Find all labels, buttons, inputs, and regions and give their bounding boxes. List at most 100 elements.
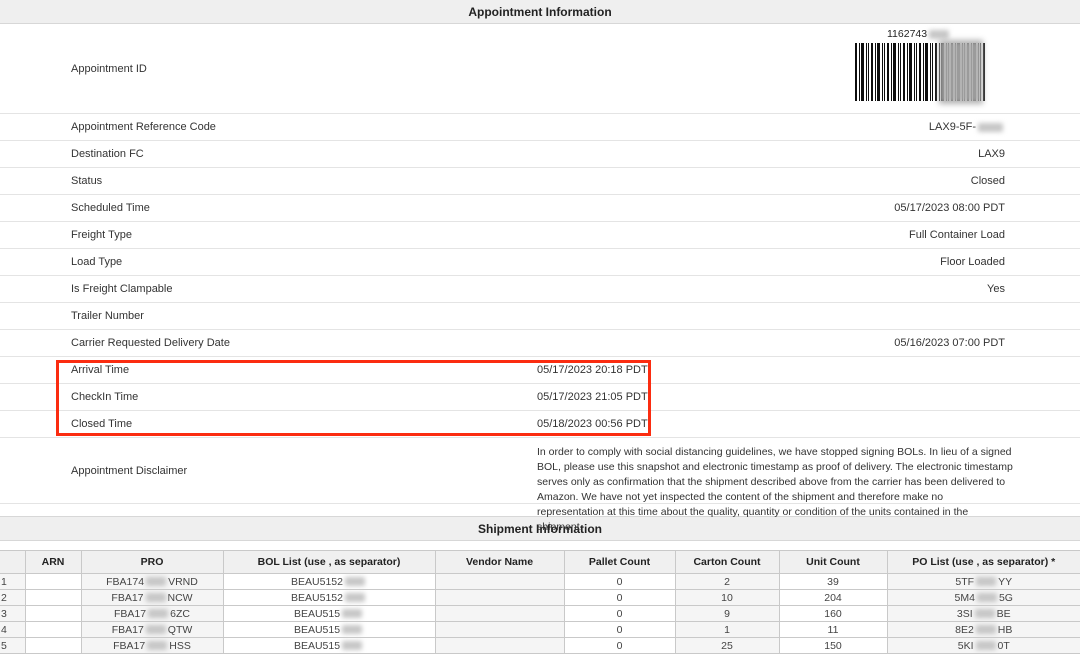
cell-arn xyxy=(25,590,81,606)
cell-pallet: 0 xyxy=(564,574,675,590)
column-header-po-list: PO List (use , as separator) * xyxy=(887,551,1080,574)
cell-po: 3SIBE xyxy=(887,606,1080,622)
field-value: 05/17/2023 20:18 PDT xyxy=(537,364,648,376)
field-label: Arrival Time xyxy=(71,364,129,376)
cell-rownum: 3 xyxy=(0,606,25,622)
cell-vendor xyxy=(435,638,564,654)
field-value: 05/18/2023 00:56 PDT xyxy=(537,418,648,430)
column-header-unit-count: Unit Count xyxy=(779,551,887,574)
appointment-information-title: Appointment Information xyxy=(468,5,611,19)
column-header-arn: ARN xyxy=(25,551,81,574)
column-header-pallet-count: Pallet Count xyxy=(564,551,675,574)
field-value: LAX9 xyxy=(978,148,1005,160)
table-row: 3 FBA176ZC BEAU515 0 9 160 3SIBE xyxy=(0,606,1080,622)
field-row: Carrier Requested Delivery Date 05/16/20… xyxy=(0,330,1080,357)
redacted-text xyxy=(976,577,996,586)
cell-po: 5M45G xyxy=(887,590,1080,606)
table-gap xyxy=(0,541,1080,550)
cell-pro: FBA176ZC xyxy=(81,606,223,622)
cell-vendor xyxy=(435,622,564,638)
table-header-row: ARN PRO BOL List (use , as separator) Ve… xyxy=(0,551,1080,574)
appointment-information-header: Appointment Information xyxy=(0,0,1080,24)
timestamp-highlight-section: Arrival Time 05/17/2023 20:18 PDT CheckI… xyxy=(0,357,1080,438)
redacted-text xyxy=(342,609,362,618)
field-label: Closed Time xyxy=(71,418,132,430)
cell-carton: 1 xyxy=(675,622,779,638)
field-row: Appointment Reference Code LAX9-5F- xyxy=(0,114,1080,141)
field-row: Arrival Time 05/17/2023 20:18 PDT xyxy=(0,357,1080,384)
shipment-table: ARN PRO BOL List (use , as separator) Ve… xyxy=(0,550,1080,654)
redacted-text xyxy=(342,625,362,634)
field-value: 05/16/2023 07:00 PDT xyxy=(894,337,1005,349)
disclaimer-text: In order to comply with social distancin… xyxy=(537,445,1013,535)
cell-pro: FBA17HSS xyxy=(81,638,223,654)
appointment-id-label: Appointment ID xyxy=(71,63,147,75)
field-row: Status Closed xyxy=(0,168,1080,195)
field-row: Closed Time 05/18/2023 00:56 PDT xyxy=(0,411,1080,438)
table-row: 5 FBA17HSS BEAU515 0 25 150 5KI0T xyxy=(0,638,1080,654)
cell-po: 5KI0T xyxy=(887,638,1080,654)
redacted-text xyxy=(342,641,362,650)
field-label: CheckIn Time xyxy=(71,391,138,403)
redacted-text xyxy=(148,609,168,618)
cell-arn xyxy=(25,606,81,622)
column-header-pro: PRO xyxy=(81,551,223,574)
cell-arn xyxy=(25,638,81,654)
barcode-block: 1162743 xyxy=(855,28,985,101)
field-value: 05/17/2023 08:00 PDT xyxy=(894,202,1005,214)
field-label: Load Type xyxy=(71,256,122,268)
field-label: Appointment Reference Code xyxy=(71,121,216,133)
cell-arn xyxy=(25,574,81,590)
cell-vendor xyxy=(435,606,564,622)
column-header-bol-list: BOL List (use , as separator) xyxy=(223,551,435,574)
redacted-text xyxy=(975,609,995,618)
column-header-vendor-name: Vendor Name xyxy=(435,551,564,574)
redacted-text xyxy=(976,641,996,650)
field-row: CheckIn Time 05/17/2023 21:05 PDT xyxy=(0,384,1080,411)
cell-pallet: 0 xyxy=(564,638,675,654)
field-row: Is Freight Clampable Yes xyxy=(0,276,1080,303)
redacted-text xyxy=(345,593,365,602)
redacted-text xyxy=(146,625,166,634)
field-row: Trailer Number xyxy=(0,303,1080,330)
disclaimer-label: Appointment Disclaimer xyxy=(71,465,187,477)
field-value: LAX9-5F- xyxy=(929,121,1005,133)
redacted-text xyxy=(976,625,996,634)
cell-pallet: 0 xyxy=(564,622,675,638)
cell-bol: BEAU515 xyxy=(223,606,435,622)
cell-pallet: 0 xyxy=(564,606,675,622)
cell-unit: 150 xyxy=(779,638,887,654)
cell-pro: FBA17NCW xyxy=(81,590,223,606)
redacted-text xyxy=(345,577,365,586)
cell-pro: FBA17QTW xyxy=(81,622,223,638)
cell-carton: 2 xyxy=(675,574,779,590)
cell-bol: BEAU5152 xyxy=(223,574,435,590)
redacted-text xyxy=(146,593,166,602)
cell-carton: 9 xyxy=(675,606,779,622)
table-row: 2 FBA17NCW BEAU5152 0 10 204 5M45G xyxy=(0,590,1080,606)
cell-rownum: 5 xyxy=(0,638,25,654)
field-value: Yes xyxy=(987,283,1005,295)
redacted-text xyxy=(929,30,949,39)
appointment-id-barcode xyxy=(855,43,985,101)
cell-vendor xyxy=(435,574,564,590)
field-value: Full Container Load xyxy=(909,229,1005,241)
cell-vendor xyxy=(435,590,564,606)
appointment-snapshot-page: Appointment Information Appointment ID 1… xyxy=(0,0,1080,663)
appointment-id-number: 1162743 xyxy=(887,28,985,40)
barcode-redaction-smudge xyxy=(939,40,983,104)
field-value: 05/17/2023 21:05 PDT xyxy=(537,391,648,403)
field-row: Scheduled Time 05/17/2023 08:00 PDT xyxy=(0,195,1080,222)
appointment-id-row: Appointment ID 1162743 xyxy=(0,24,1080,114)
cell-carton: 25 xyxy=(675,638,779,654)
field-row: Freight Type Full Container Load xyxy=(0,222,1080,249)
cell-po: 8E2HB xyxy=(887,622,1080,638)
cell-arn xyxy=(25,622,81,638)
column-header-rownum xyxy=(0,551,25,574)
cell-carton: 10 xyxy=(675,590,779,606)
redacted-text xyxy=(147,641,167,650)
field-value: Floor Loaded xyxy=(940,256,1005,268)
field-row: Destination FC LAX9 xyxy=(0,141,1080,168)
cell-unit: 160 xyxy=(779,606,887,622)
cell-unit: 39 xyxy=(779,574,887,590)
